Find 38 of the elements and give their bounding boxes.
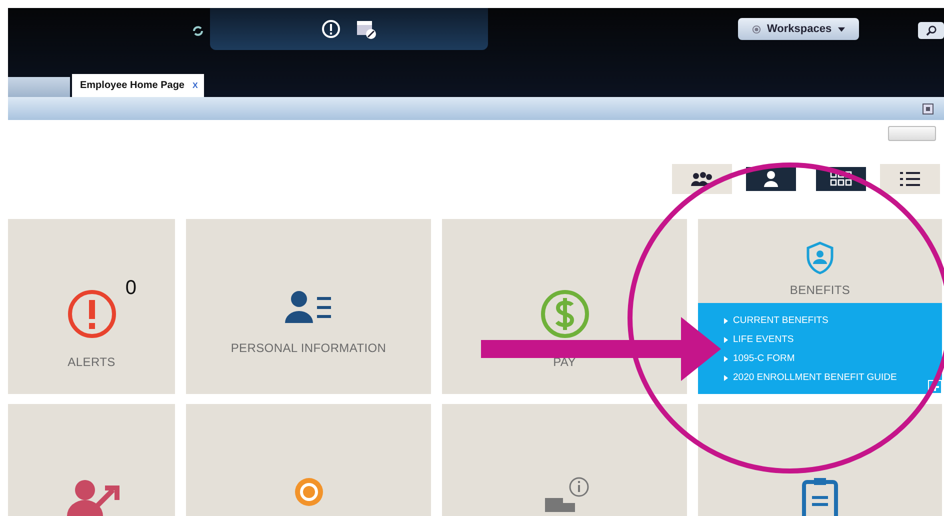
triangle-icon [724,336,728,342]
benefit-link[interactable]: LIFE EVENTS [724,330,942,349]
calendar-icon[interactable] [355,18,377,40]
search-icon [926,25,936,36]
clipboard-icon [800,476,840,516]
list-icon [898,170,922,188]
tile-label: PERSONAL INFORMATION [230,341,386,355]
triangle-icon [724,356,728,362]
people-icon [690,170,714,188]
benefit-link[interactable]: 1095-C FORM [724,349,942,368]
tile-label: PAY [553,355,576,369]
caret-icon [838,26,845,32]
alert-icon [66,289,116,339]
target-icon [752,24,761,34]
triangle-icon [724,374,728,380]
benefit-link[interactable]: CURRENT BENEFITS [724,311,942,330]
refresh-icon[interactable] [192,25,204,37]
tile[interactable]: 0 ALERTS [8,219,175,394]
plus-icon [931,383,939,391]
tab[interactable]: Employee Home Page X [72,74,204,97]
dollar-icon [540,289,590,339]
search-button[interactable] [918,22,944,39]
maximize-icon[interactable] [922,102,934,114]
view-person-button[interactable] [746,167,796,191]
close-button[interactable]: X [192,81,198,90]
tile[interactable]: BENEFITS CURRENT BENEFITS LIFE EVENTS 1095-C FORM 2020 ENROLLMENT BENEFIT GUIDE [698,219,942,394]
tile-label: BENEFITS [790,283,850,297]
view-list-button[interactable] [880,164,940,194]
tile[interactable]: PERSONAL INFORMATION [186,219,431,394]
workspaces-button[interactable]: Workspaces [738,18,859,40]
grid-icon [829,170,853,188]
tile-label: ALERTS [68,355,116,369]
alert-count: 0 [125,277,136,300]
expand-button[interactable] [928,380,942,394]
alert-icon[interactable] [321,19,341,39]
benefit-link[interactable]: 2020 ENROLLMENT BENEFIT GUIDE [724,368,942,387]
triangle-icon [724,318,728,324]
shield-person-icon [805,241,835,275]
